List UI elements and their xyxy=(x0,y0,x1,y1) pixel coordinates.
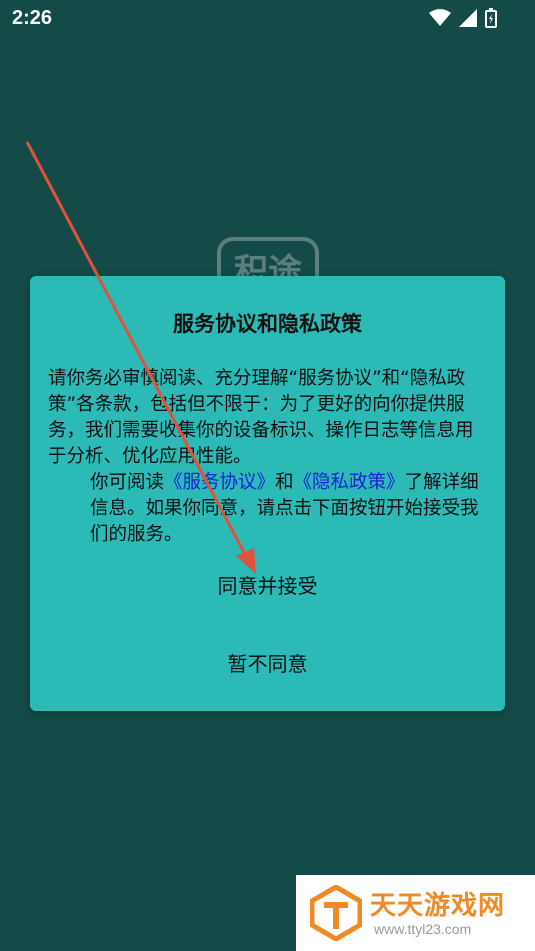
wifi-icon xyxy=(429,9,451,27)
agree-button[interactable]: 同意并接受 xyxy=(30,570,505,599)
watermark-logo-icon xyxy=(309,884,363,945)
dialog-paragraph-2: 你可阅读《服务协议》和《隐私政策》了解详细信息。如果你同意，请点击下面按钮开始接… xyxy=(48,470,488,548)
status-time: 2:26 xyxy=(12,7,53,29)
battery-icon xyxy=(485,8,497,28)
watermark-url: www.ttyl23.com xyxy=(374,921,472,937)
paragraph-2-prefix: 你可阅读 xyxy=(90,472,165,493)
decline-button[interactable]: 暂不同意 xyxy=(30,648,505,677)
status-icons xyxy=(429,8,497,28)
privacy-policy-link[interactable]: 《隐私政策》 xyxy=(294,472,405,493)
dialog-title: 服务协议和隐私政策 xyxy=(173,312,362,336)
dialog-body: 请你务必审慎阅读、充分理解“服务协议”和“隐私政策”各条款，包括但不限于：为了更… xyxy=(48,366,488,548)
privacy-dialog: 服务协议和隐私政策 请你务必审慎阅读、充分理解“服务协议”和“隐私政策”各条款，… xyxy=(30,276,505,711)
service-agreement-link[interactable]: 《服务协议》 xyxy=(164,472,275,493)
dialog-paragraph-1: 请你务必审慎阅读、充分理解“服务协议”和“隐私政策”各条款，包括但不限于：为了更… xyxy=(48,368,474,467)
watermark: 天天游戏网 www.ttyl23.com xyxy=(296,875,535,951)
status-bar: 2:26 xyxy=(0,0,535,36)
and-text: 和 xyxy=(275,472,294,493)
watermark-title: 天天游戏网 xyxy=(370,891,506,921)
signal-icon xyxy=(459,9,477,27)
